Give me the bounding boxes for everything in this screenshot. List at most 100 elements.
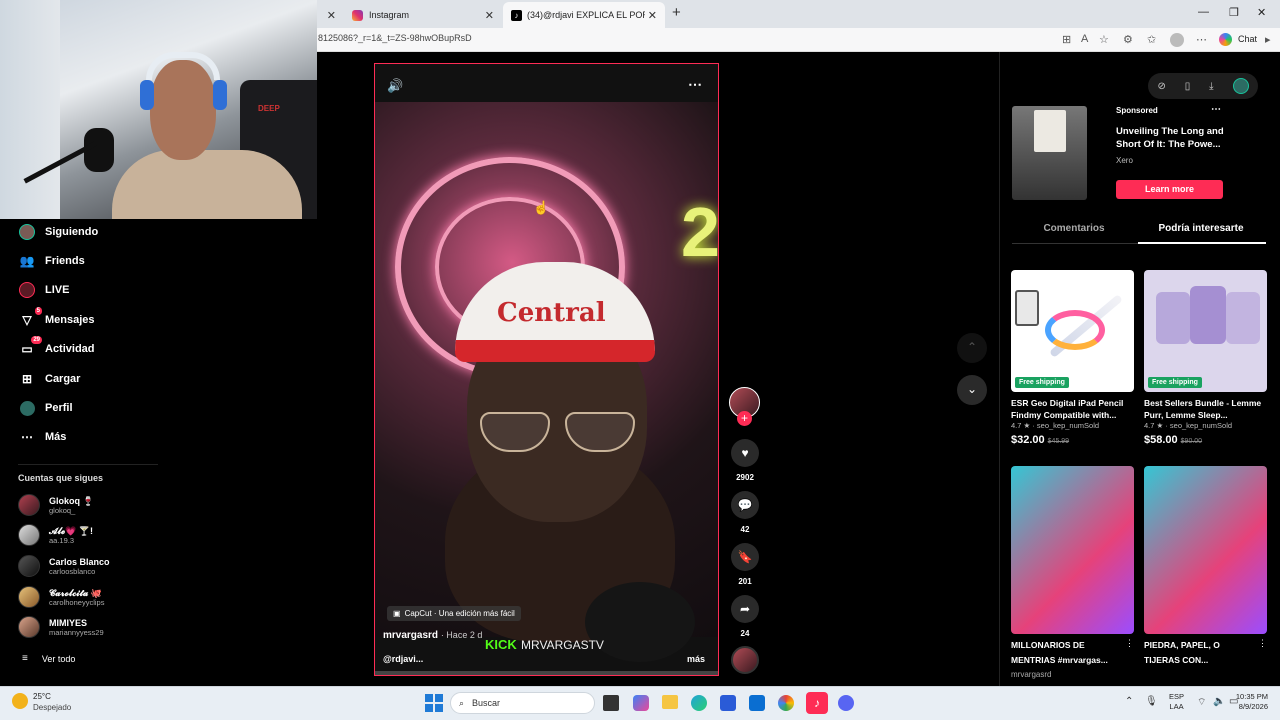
save-button[interactable]: 🔖 (731, 543, 759, 571)
suggested-video-card[interactable]: PIEDRA, PAPEL, O TIJERAS CON... ⋮ (1144, 466, 1267, 665)
tab-instagram[interactable]: Instagram ✕ (344, 2, 502, 28)
video-author[interactable]: mrvargasrd · Hace 2 d (383, 630, 482, 641)
start-windows-icon[interactable] (425, 694, 443, 712)
taskbar-search[interactable]: ⌕ Buscar (450, 692, 595, 714)
nav-live[interactable]: LIVE (18, 282, 69, 298)
close-tab-icon[interactable]: ✕ (648, 9, 657, 22)
product-price: $32.00 $45.99 (1011, 434, 1070, 446)
sponsored-thumbnail[interactable] (1012, 106, 1087, 200)
weather-temp[interactable]: 25°C (33, 692, 51, 701)
nav-perfil[interactable]: Perfil (18, 400, 73, 416)
tray-chevron-icon[interactable]: ⌃ (1125, 696, 1133, 707)
store-icon[interactable] (720, 695, 736, 711)
share-button[interactable]: ➦ (731, 595, 759, 623)
profile-avatar-icon[interactable] (1170, 33, 1184, 47)
close-tab-icon[interactable]: ✕ (327, 9, 336, 22)
see-all-link[interactable]: ≡ Ver todo (22, 653, 75, 664)
file-explorer-icon[interactable] (662, 695, 678, 709)
avatar (18, 616, 40, 638)
caption-more-link[interactable]: más (687, 654, 705, 664)
top-toolbar: ⊘ ▯ ⤓ (1148, 73, 1258, 99)
following-item[interactable]: Glokoq 🍷 glokoq_ (18, 494, 94, 516)
nav-siguiendo[interactable]: Siguiendo (18, 224, 98, 240)
chat-button[interactable]: Chat (1238, 34, 1257, 44)
profile-icon (18, 400, 36, 416)
weather-label: Despejado (33, 703, 72, 712)
learn-more-button[interactable]: Learn more (1116, 180, 1223, 199)
volume-tray-icon[interactable]: 🔈 (1213, 696, 1225, 707)
tiktok-app-icon[interactable]: ♪ (806, 692, 828, 714)
channel-watermark: MRVARGASTV (521, 638, 604, 652)
sponsored-more-icon[interactable]: ⋯ (1211, 104, 1221, 115)
tab-tiktok[interactable]: ♪ (34)@rdjavi EXPLICA EL PORQUE ✕ (503, 2, 665, 28)
nav-mensajes[interactable]: ▽ 5 Mensajes (18, 307, 95, 328)
sponsored-brand: Xero (1116, 156, 1133, 165)
avatar-icon (18, 224, 36, 240)
wifi-icon[interactable]: ⌔ (1197, 696, 1206, 709)
suggested-video-card[interactable]: MILLONARIOS DE MENTRIAS #mrvargas... ⋮ m… (1011, 466, 1134, 679)
video-more-icon[interactable]: ⋯ (688, 76, 702, 93)
volume-icon[interactable]: 🔊 (387, 78, 403, 94)
tab-comentarios[interactable]: Comentarios (1012, 223, 1136, 234)
video-more-icon[interactable]: ⋮ (1258, 638, 1267, 649)
nav-actividad[interactable]: ▭ 29 Actividad (18, 336, 95, 357)
progress-track[interactable] (375, 671, 718, 675)
favorites-icon[interactable]: ✩ (1147, 33, 1156, 46)
nav-mas[interactable]: ⋯ Más (18, 429, 66, 445)
following-item[interactable]: 𝓐𝓵𝓮💗 🍸! aa.19.3 (18, 524, 93, 546)
following-name: 𝓐𝓵𝓮💗 🍸! (49, 525, 94, 536)
chrome-icon[interactable] (778, 695, 794, 711)
tab-previous[interactable]: ✕ (318, 2, 344, 28)
follow-plus-icon[interactable]: + (737, 411, 752, 426)
nav-cargar[interactable]: ⊞ Cargar (18, 371, 81, 387)
restore-icon[interactable]: ❐ (1229, 6, 1239, 19)
new-tab-icon[interactable]: + (672, 4, 681, 21)
settings-more-icon[interactable]: ⋯ (1196, 33, 1207, 46)
discord-icon[interactable] (838, 695, 854, 711)
close-tab-icon[interactable]: ✕ (485, 9, 494, 22)
compass-icon[interactable]: ⊘ (1157, 81, 1165, 92)
clock[interactable]: 10:35 PM 8/9/2026 (1232, 692, 1268, 712)
minimize-icon[interactable]: — (1198, 6, 1209, 18)
product-image: Free shipping (1011, 270, 1134, 392)
edge-browser-icon[interactable] (691, 695, 707, 711)
sound-disc-icon[interactable] (731, 646, 759, 674)
previous-video-button[interactable]: ⌃ (957, 333, 987, 363)
capcut-badge[interactable]: ▣ CapCut · Una edición más fácil (387, 606, 521, 621)
outlook-icon[interactable] (749, 695, 765, 711)
translate-icon[interactable]: ⊞ (1062, 33, 1071, 46)
copilot-app-icon[interactable] (633, 695, 649, 711)
capcut-icon: ▣ (393, 609, 401, 618)
weather-icon[interactable] (12, 693, 28, 709)
video-more-icon[interactable]: ⋮ (1125, 638, 1134, 649)
download-icon[interactable]: ⤓ (1209, 81, 1213, 92)
user-avatar-icon[interactable] (1232, 78, 1249, 94)
product-card[interactable]: Free shipping ESR Geo Digital iPad Penci… (1011, 270, 1134, 446)
following-item[interactable]: MIMIYES mariannyyess29 (18, 616, 104, 638)
nav-friends[interactable]: 👥 Friends (18, 253, 85, 269)
windows-taskbar: 25°C Despejado ⌕ Buscar ♪ ⌃ 🎙 ESP LAA ⌔ … (0, 686, 1280, 720)
favorite-star-icon[interactable]: ☆ (1099, 33, 1109, 46)
instagram-icon (352, 9, 363, 21)
url-field[interactable]: 8125086?_r=1&_t=ZS-98hwOBupRsD (318, 33, 472, 43)
sidebar-toggle-icon[interactable]: ▸ (1265, 33, 1271, 46)
video-player[interactable]: 🔊 ⋯ 2 Central ▣ CapCut · Una edición más… (374, 63, 719, 676)
following-user: carloosblanco (49, 566, 96, 576)
product-card[interactable]: Free shipping Best Sellers Bundle - Lemm… (1144, 270, 1267, 446)
extensions-icon[interactable]: ⚙ (1123, 33, 1133, 46)
task-view-icon[interactable] (603, 695, 619, 711)
language-indicator[interactable]: ESP LAA (1169, 692, 1184, 712)
read-aloud-icon[interactable]: A (1081, 33, 1088, 45)
sponsored-title[interactable]: Unveiling The Long and Short Of It: The … (1116, 125, 1228, 151)
close-window-icon[interactable]: ✕ (1257, 6, 1266, 19)
like-button[interactable]: ♥ (731, 439, 759, 467)
copilot-icon[interactable] (1219, 33, 1232, 46)
chevron-up-icon: ⌃ (966, 340, 978, 354)
next-video-button[interactable]: ⌄ (957, 375, 987, 405)
tab-podria-interesarte[interactable]: Podría interesarte (1136, 223, 1266, 234)
phone-icon[interactable]: ▯ (1185, 81, 1191, 92)
following-item[interactable]: Carlos Blanco carloosblanco (18, 555, 110, 577)
following-item[interactable]: 𝓒𝓪𝓻𝓸𝓵𝓬𝓲𝓽𝓪 🐙 carolhoneyyclips (18, 586, 104, 608)
comment-button[interactable]: 💬 (731, 491, 759, 519)
mic-icon[interactable]: 🎙 (1145, 696, 1158, 707)
